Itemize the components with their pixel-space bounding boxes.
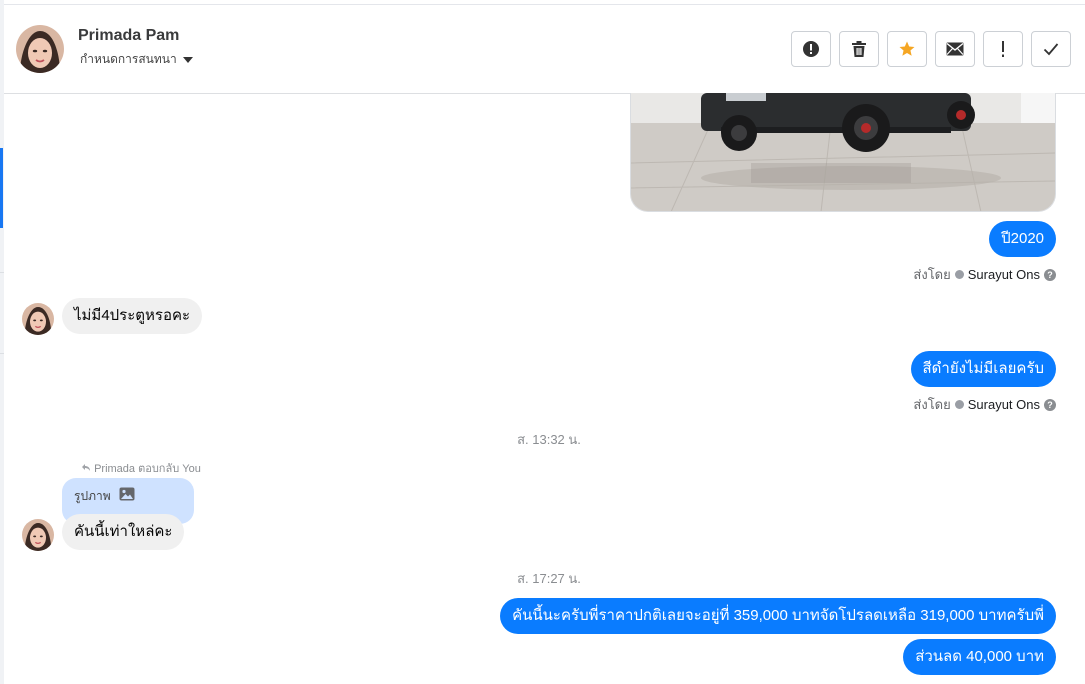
conversation-settings-dropdown[interactable]: กำหนดการสนทนา — [80, 50, 193, 69]
verified-dot-icon — [954, 270, 964, 279]
reply-note-text: Primada ตอบกลับ You — [94, 463, 201, 475]
sender-name: Surayut Ons — [967, 267, 1040, 282]
alert-circle-icon — [803, 41, 819, 57]
quoted-label: รูปภาพ — [74, 489, 111, 503]
delete-button[interactable] — [839, 31, 879, 67]
contact-avatar[interactable] — [16, 25, 64, 73]
sent-by-info: ส่งโดย Surayut Ons ? — [913, 264, 1056, 285]
messenger-conversation: Primada Pam กำหนดการสนทนา ปี2020 ส่งโดย … — [0, 0, 1085, 684]
outgoing-message-price: คันนี้นะครับพี่ราคาปกติเลยจะอยู่ที่ 359,… — [500, 598, 1056, 634]
car-photo-attachment[interactable] — [630, 93, 1056, 212]
contact-name[interactable]: Primada Pam — [78, 27, 179, 45]
outgoing-message-discount: ส่วนลด 40,000 บาท — [903, 639, 1056, 675]
sent-by-label: ส่งโดย — [913, 397, 951, 412]
contact-avatar-small[interactable] — [22, 519, 54, 551]
reply-note: Primada ตอบกลับ You — [82, 459, 201, 477]
rail-divider — [0, 272, 4, 273]
mark-unread-button[interactable] — [935, 31, 975, 67]
contact-avatar-small[interactable] — [22, 303, 54, 335]
check-icon — [1043, 43, 1059, 56]
incoming-message-4door: ไม่มี4ประตูหรอคะ — [62, 298, 203, 334]
message-timestamp: ส. 13:32 น. — [517, 432, 581, 447]
reply-arrow-icon — [82, 464, 90, 471]
message-timestamp: ส. 17:27 น. — [517, 571, 581, 586]
sent-by-label: ส่งโดย — [913, 267, 951, 282]
sender-name: Surayut Ons — [967, 397, 1040, 412]
conversation-settings-label: กำหนดการสนทนา — [80, 52, 177, 66]
verified-dot-icon — [954, 400, 964, 409]
incoming-message-price-question: คันนี้เท่าใหล่คะ — [62, 514, 185, 550]
exclamation-icon — [1002, 41, 1004, 57]
help-question-icon[interactable]: ? — [1044, 268, 1056, 281]
sent-by-info: ส่งโดย Surayut Ons ? — [913, 394, 1056, 415]
trash-icon — [852, 41, 866, 57]
active-conversation-marker — [0, 148, 3, 228]
mark-done-button[interactable] — [1031, 31, 1071, 67]
mail-icon — [946, 42, 964, 56]
star-icon — [899, 41, 915, 56]
image-icon — [119, 487, 135, 501]
help-question-icon[interactable]: ? — [1044, 398, 1056, 411]
conversation-header: Primada Pam กำหนดการสนทนา — [4, 5, 1085, 94]
star-button[interactable] — [887, 31, 927, 67]
report-button[interactable] — [791, 31, 831, 67]
important-button[interactable] — [983, 31, 1023, 67]
rail-divider — [0, 353, 4, 354]
outgoing-message-color: สีดำยังไม่มีเลยครับ — [910, 351, 1056, 387]
outgoing-message-year: ปี2020 — [989, 221, 1056, 257]
header-action-toolbar — [791, 31, 1071, 67]
caret-down-icon — [182, 57, 193, 63]
